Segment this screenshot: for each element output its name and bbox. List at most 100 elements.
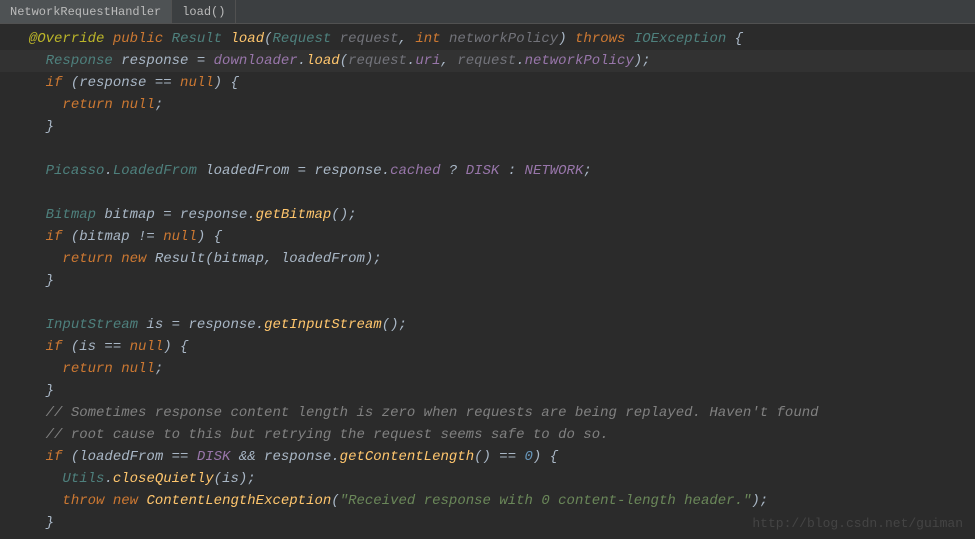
code-token: ) [558,31,575,47]
code-token: ; [155,361,163,377]
code-token: . [104,163,112,179]
code-line[interactable] [0,182,975,204]
code-token: null [163,229,197,245]
code-line[interactable]: Utils.closeQuietly(is); [0,468,975,490]
code-token: getInputStream [264,317,382,333]
code-line[interactable]: InputStream is = response.getInputStream… [0,314,975,336]
code-token: ) { [214,75,239,91]
code-token: ) { [533,449,558,465]
code-token: // root cause to this but retrying the r… [46,427,609,443]
code-token [441,31,449,47]
code-token: : [499,163,524,179]
breadcrumb: NetworkRequestHandler load() [0,0,975,24]
code-line[interactable]: @Override public Result load(Request req… [0,28,975,50]
code-token: ContentLengthException [146,493,331,509]
code-line[interactable] [0,292,975,314]
code-token: response = [113,53,214,69]
code-token: request [457,53,516,69]
code-token: () == [474,449,524,465]
code-token: (bitmap != [62,229,163,245]
code-token: . [298,53,306,69]
code-line[interactable]: if (bitmap != null) { [0,226,975,248]
code-token: IOException [634,31,726,47]
code-token: throws [575,31,625,47]
code-token: uri [415,53,440,69]
code-token: Bitmap [46,207,96,223]
code-token: ) { [197,229,222,245]
code-line[interactable]: if (response == null) { [0,72,975,94]
code-token: ) { [163,339,188,355]
code-token: LoadedFrom [113,163,197,179]
code-token: NETWORK [525,163,584,179]
code-line[interactable]: Response response = downloader.load(requ… [0,50,975,72]
code-token: ( [331,493,339,509]
code-token: } [46,273,54,289]
code-token: return new [62,251,146,267]
code-line[interactable]: if (loadedFrom == DISK && response.getCo… [0,446,975,468]
code-token: 0 [525,449,533,465]
code-token: } [46,383,54,399]
code-editor[interactable]: @Override public Result load(Request req… [0,24,975,534]
code-token: Result(bitmap, loadedFrom); [146,251,381,267]
code-line[interactable]: if (is == null) { [0,336,975,358]
code-line[interactable] [0,138,975,160]
code-line[interactable]: throw new ContentLengthException("Receiv… [0,490,975,512]
code-token: ); [634,53,651,69]
code-token: ( [340,53,348,69]
code-token: Result [172,31,222,47]
code-token: "Received response with 0 content-length… [340,493,752,509]
code-token: ); [751,493,768,509]
code-token: return null [62,97,154,113]
breadcrumb-method[interactable]: load() [172,0,236,23]
code-token: (); [382,317,407,333]
watermark-text: http://blog.csdn.net/guiman [752,516,963,531]
code-token: (is == [62,339,129,355]
code-token: ; [155,97,163,113]
code-token: int [415,31,440,47]
code-token: load [306,53,340,69]
code-token: @Override [29,31,105,47]
code-line[interactable]: return null; [0,94,975,116]
code-token: , [441,53,458,69]
code-line[interactable]: Picasso.LoadedFrom loadedFrom = response… [0,160,975,182]
code-token: request [348,53,407,69]
code-token: && response. [230,449,339,465]
code-token: throw new [62,493,138,509]
code-token [163,31,171,47]
code-line[interactable]: // root cause to this but retrying the r… [0,424,975,446]
code-token: request [340,31,399,47]
code-line[interactable]: return null; [0,358,975,380]
code-line[interactable]: } [0,270,975,292]
code-line[interactable]: return new Result(bitmap, loadedFrom); [0,248,975,270]
code-token: { [726,31,743,47]
code-token: . [104,471,112,487]
code-line[interactable]: } [0,116,975,138]
code-token: Utils [62,471,104,487]
code-line[interactable]: // Sometimes response content length is … [0,402,975,424]
code-token: } [46,119,54,135]
code-line[interactable]: Bitmap bitmap = response.getBitmap(); [0,204,975,226]
code-token: bitmap = response. [96,207,256,223]
code-token [104,31,112,47]
code-token: ; [583,163,591,179]
code-token: getBitmap [256,207,332,223]
breadcrumb-class[interactable]: NetworkRequestHandler [0,0,172,23]
code-token: // Sometimes response content length is … [46,405,819,421]
code-token: if [46,229,63,245]
code-token: closeQuietly [113,471,214,487]
code-line[interactable]: } [0,380,975,402]
code-token: , [399,31,416,47]
code-token: null [180,75,214,91]
code-token: (response == [62,75,180,91]
code-token: getContentLength [340,449,474,465]
code-token: is = response. [138,317,264,333]
code-token [625,31,633,47]
code-token: networkPolicy [449,31,558,47]
code-token: } [46,515,54,531]
code-token: (); [331,207,356,223]
code-token: loadedFrom = response. [197,163,390,179]
code-token: public [113,31,163,47]
code-token [222,31,230,47]
code-token: (is); [214,471,256,487]
code-token: if [46,75,63,91]
